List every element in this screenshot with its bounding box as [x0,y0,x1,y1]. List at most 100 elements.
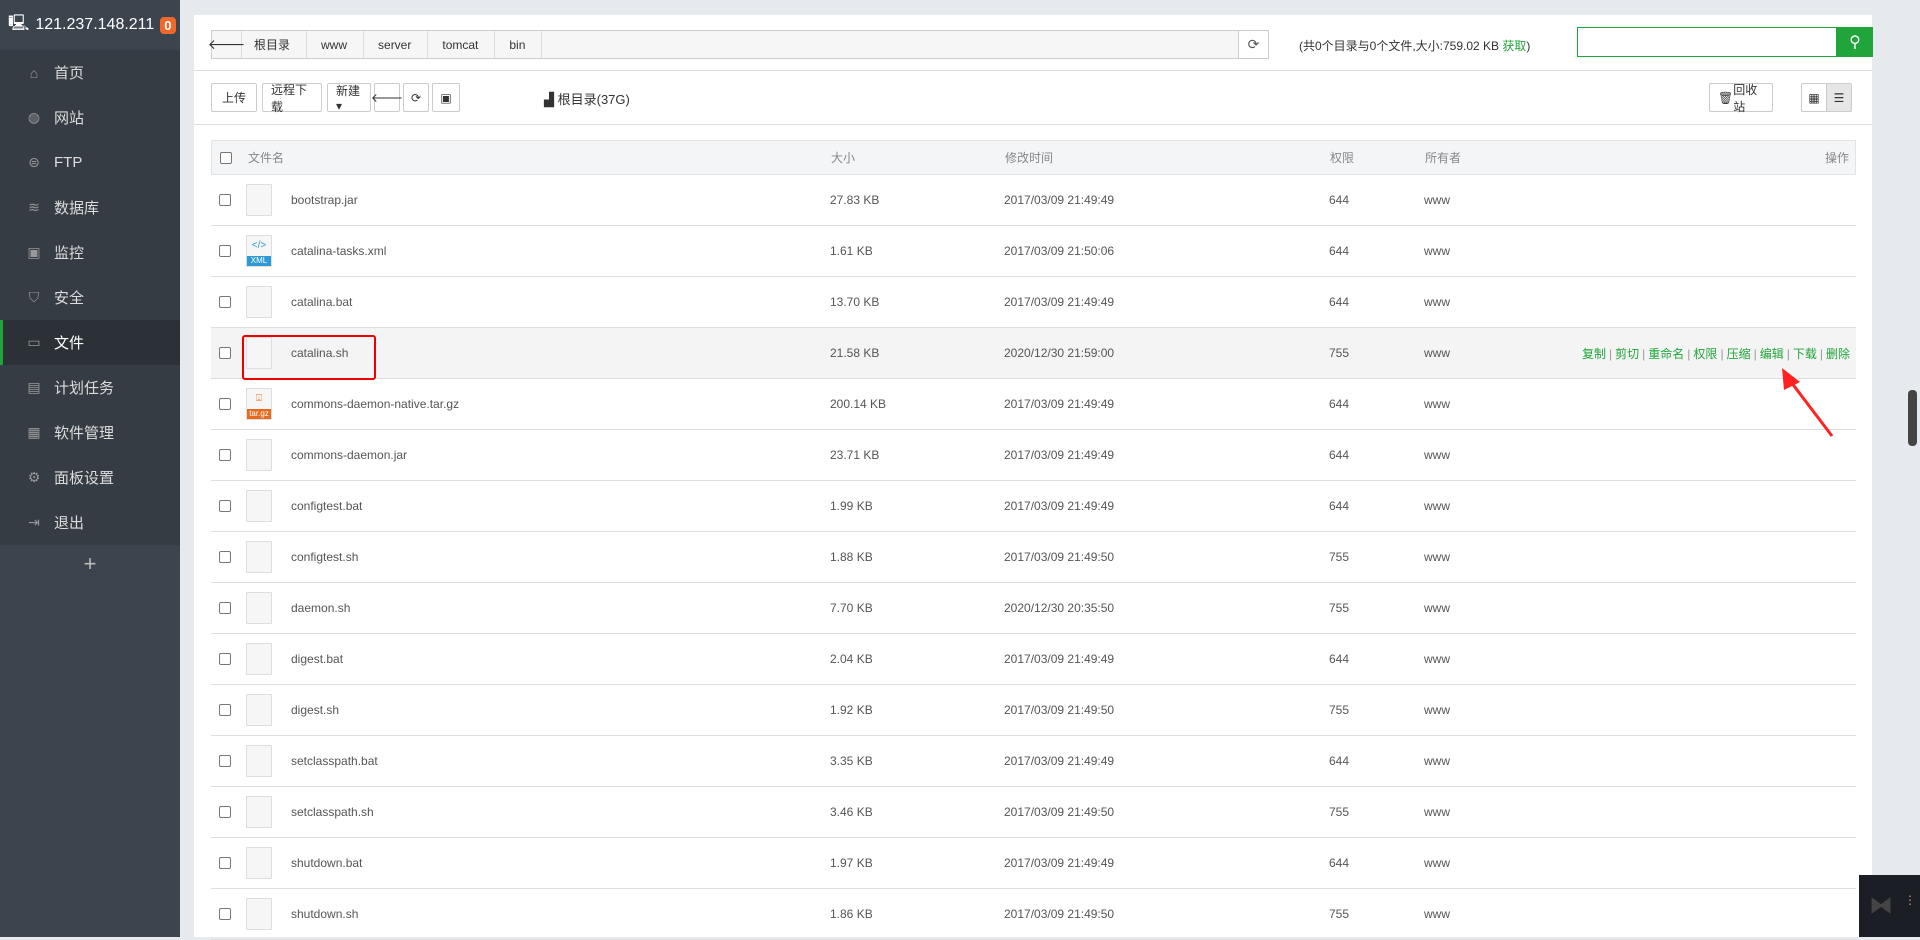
terminal-button[interactable]: ▣ [432,83,460,112]
sidebar-item-2[interactable]: ⊜ FTP [0,140,180,185]
action-2[interactable]: 重命名 [1648,347,1684,361]
file-name[interactable]: digest.bat [291,652,343,666]
row-checkbox[interactable] [219,398,231,410]
sidebar-item-1[interactable]: ◍ 网站 [0,95,180,140]
file-perm[interactable]: 755 [1329,550,1349,564]
root-disk[interactable]: ▟ 根目录(37G) [544,89,630,108]
row-checkbox[interactable] [219,347,231,359]
table-row[interactable]: commons-daemon.jar 23.71 KB 2017/03/09 2… [211,430,1856,481]
file-owner[interactable]: www [1424,346,1450,360]
row-checkbox[interactable] [219,296,231,308]
file-owner[interactable]: www [1424,448,1450,462]
file-perm[interactable]: 644 [1329,193,1349,207]
list-view-button[interactable]: ☰ [1826,83,1852,112]
action-3[interactable]: 权限 [1693,347,1717,361]
scrollbar[interactable] [1904,0,1920,937]
file-name[interactable]: commons-daemon.jar [291,448,407,462]
sidebar-item-7[interactable]: ▤ 计划任务 [0,365,180,410]
file-owner[interactable]: www [1424,397,1450,411]
row-checkbox[interactable] [219,908,231,920]
row-checkbox[interactable] [219,500,231,512]
table-row[interactable]: shutdown.bat 1.97 KB 2017/03/09 21:49:49… [211,838,1856,889]
table-row[interactable]: digest.bat 2.04 KB 2017/03/09 21:49:49 6… [211,634,1856,685]
action-7[interactable]: 删除 [1826,347,1850,361]
sidebar-item-8[interactable]: ▦ 软件管理 [0,410,180,455]
file-perm[interactable]: 644 [1329,295,1349,309]
refresh-button[interactable]: ⟳ [403,83,429,112]
notification-badge[interactable]: 0 [160,16,176,34]
table-row[interactable]: bootstrap.jar 27.83 KB 2017/03/09 21:49:… [211,175,1856,226]
row-checkbox[interactable] [219,245,231,257]
table-row[interactable]: catalina.bat 13.70 KB 2017/03/09 21:49:4… [211,277,1856,328]
row-checkbox[interactable] [219,194,231,206]
file-owner[interactable]: www [1424,550,1450,564]
file-name[interactable]: daemon.sh [291,601,350,615]
header-name[interactable]: 文件名 [248,149,284,166]
sidebar-item-9[interactable]: ⚙ 面板设置 [0,455,180,500]
sidebar-item-4[interactable]: ▣ 监控 [0,230,180,275]
file-perm[interactable]: 644 [1329,448,1349,462]
sidebar-item-6[interactable]: ▭ 文件 [0,320,180,365]
floating-widget[interactable]: ⧓ ⋮ [1859,875,1920,937]
sidebar-item-5[interactable]: ⛉ 安全 [0,275,180,320]
file-name[interactable]: setclasspath.bat [291,754,378,768]
file-owner[interactable]: www [1424,805,1450,819]
file-name[interactable]: catalina.bat [291,295,352,309]
search-button[interactable]: ⚲ [1837,27,1873,57]
refresh-icon[interactable]: ⟳ [1238,31,1268,58]
file-perm[interactable]: 644 [1329,754,1349,768]
file-owner[interactable]: www [1424,652,1450,666]
row-checkbox[interactable] [219,602,231,614]
upload-button[interactable]: 上传 [211,83,257,112]
table-row[interactable]: configtest.sh 1.88 KB 2017/03/09 21:49:5… [211,532,1856,583]
remote-download-button[interactable]: 远程下载 [262,83,322,114]
header-mtime[interactable]: 修改时间 [1005,149,1053,166]
breadcrumb-item[interactable]: tomcat [430,31,496,58]
table-row[interactable]: configtest.bat 1.99 KB 2017/03/09 21:49:… [211,481,1856,532]
get-size-link[interactable]: 获取 [1502,39,1526,53]
file-name[interactable]: bootstrap.jar [291,193,358,207]
file-owner[interactable]: www [1424,907,1450,921]
breadcrumb-item[interactable]: bin [497,31,543,58]
row-checkbox[interactable] [219,704,231,716]
file-perm[interactable]: 755 [1329,703,1349,717]
row-checkbox[interactable] [219,857,231,869]
table-row[interactable]: digest.sh 1.92 KB 2017/03/09 21:49:50 75… [211,685,1856,736]
search-input[interactable] [1577,27,1837,57]
file-name[interactable]: setclasspath.sh [291,805,374,819]
table-row[interactable]: shutdown.sh 1.86 KB 2017/03/09 21:49:50 … [211,889,1856,940]
file-owner[interactable]: www [1424,601,1450,615]
row-checkbox[interactable] [219,653,231,665]
header-size[interactable]: 大小 [831,149,855,166]
row-checkbox[interactable] [219,755,231,767]
action-4[interactable]: 压缩 [1727,347,1751,361]
file-owner[interactable]: www [1424,244,1450,258]
file-name[interactable]: configtest.bat [291,499,362,513]
file-perm[interactable]: 755 [1329,601,1349,615]
row-checkbox[interactable] [219,551,231,563]
table-row[interactable]: </> XML catalina-tasks.xml 1.61 KB 2017/0… [211,226,1856,277]
file-name[interactable]: commons-daemon-native.tar.gz [291,397,459,411]
recycle-bin-button[interactable]: 🗑 回收站 [1709,83,1773,114]
action-0[interactable]: 复制 [1582,347,1606,361]
file-name[interactable]: configtest.sh [291,550,358,564]
file-owner[interactable]: www [1424,295,1450,309]
breadcrumb-item[interactable]: 根目录 [242,31,308,58]
grid-view-button[interactable]: ▦ [1801,83,1827,112]
select-all-checkbox[interactable] [220,151,232,164]
file-perm[interactable]: 755 [1329,346,1349,360]
file-name[interactable]: shutdown.bat [291,856,362,870]
add-icon[interactable]: + [0,545,180,577]
file-perm[interactable]: 755 [1329,907,1349,921]
row-checkbox[interactable] [219,449,231,461]
file-owner[interactable]: www [1424,193,1450,207]
file-owner[interactable]: www [1424,856,1450,870]
sidebar-item-10[interactable]: ⇥ 退出 [0,500,180,545]
back-arrow-icon[interactable]: 🡐 [208,31,245,58]
breadcrumb-item[interactable]: www [309,31,365,58]
file-perm[interactable]: 644 [1329,244,1349,258]
new-dropdown-button[interactable]: 新建 ▾ [327,83,371,113]
file-perm[interactable]: 644 [1329,499,1349,513]
file-perm[interactable]: 644 [1329,652,1349,666]
file-name[interactable]: digest.sh [291,703,339,717]
